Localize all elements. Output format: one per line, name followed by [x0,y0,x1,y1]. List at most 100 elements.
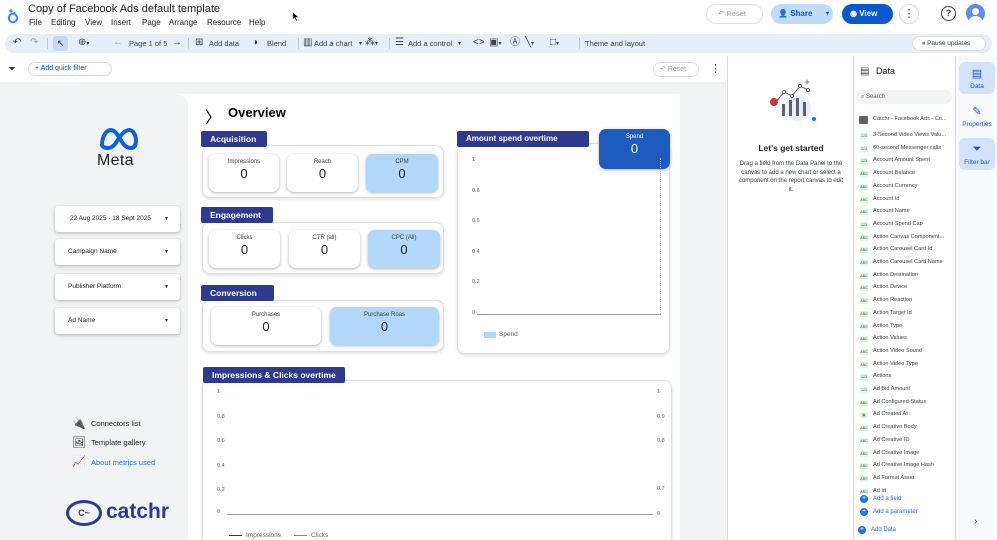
help-icon[interactable]: ? [941,6,956,21]
rail-data-button[interactable]: ▤ Data [959,62,995,94]
cpc-scorecard[interactable]: CPC (All) 0 [368,230,440,268]
field-item[interactable]: Action Video Type [873,361,953,367]
blend-button[interactable]: Blend [267,39,286,48]
pause-updates-button[interactable]: ⏸ Pause updates [912,36,986,51]
field-item[interactable]: Ad Creative Body [873,424,953,430]
looker-studio-logo-icon[interactable] [7,8,19,24]
field-item[interactable]: Action Destination [873,272,953,278]
field-item[interactable]: Ad Format Asset [873,475,953,481]
field-item[interactable]: Ad Creative Image [873,450,953,456]
page-indicator[interactable]: Page 1 of 5 [129,39,167,48]
view-button[interactable]: ◉ View [842,4,893,24]
purchases-scorecard[interactable]: Purchases 0 [211,307,321,345]
template-gallery-link[interactable]: Template gallery [91,438,146,447]
community-viz-icon[interactable]: ⁂▾ [365,37,378,50]
next-page-icon[interactable]: → [172,37,182,49]
image-icon[interactable]: ▣▾ [489,37,501,50]
reset-button[interactable]: ↶ Reset [706,4,763,24]
rail-filter-bar-button[interactable]: ⏷ Filter bar [959,138,995,170]
cpm-scorecard[interactable]: CPM 0 [366,154,438,192]
field-item[interactable]: Ad Created At [873,411,953,417]
field-item[interactable]: Action Canvas Component... [873,234,953,240]
zoom-icon[interactable]: ⊕▾ [78,37,89,50]
field-type-icon: ABC [860,475,868,482]
reach-scorecard[interactable]: Reach 0 [287,154,358,192]
date-range-control[interactable]: 22 Aug 2025 - 18 Sept 2025 ▼ [55,206,180,232]
campaign-name-dropdown[interactable]: Campaign Name ▼ [55,239,180,265]
field-item[interactable]: Account Name [873,208,953,214]
add-control-button[interactable]: Add a control [408,39,452,48]
field-item[interactable]: Action Values [873,335,953,341]
field-item[interactable]: Account Spend Cap [873,221,953,227]
menu-resource[interactable]: Resource [207,18,241,27]
collapse-panel-icon[interactable]: › [974,516,977,527]
undo-icon[interactable]: ↶ [13,37,21,49]
filter-reset-button[interactable]: ↶ Reset [653,62,699,77]
document-title[interactable]: Copy of Facebook Ads default template [28,3,220,15]
field-item[interactable]: 60-second Messenger calls [873,145,953,151]
connectors-list-link[interactable]: Connectors list [91,419,141,428]
data-source-name[interactable]: Catchr - Facebook Ads - Co... [873,116,953,122]
add-control-dropdown-icon[interactable]: ▾ [458,40,461,47]
menu-view[interactable]: View [85,18,102,27]
field-item[interactable]: Ad Configured Status [873,399,953,405]
embed-code-icon[interactable]: <> [473,37,485,49]
publisher-platform-dropdown[interactable]: Publisher Platform ▼ [55,274,180,300]
shape-icon[interactable]: □▾ [550,37,559,50]
field-item[interactable]: Account Id [873,196,953,202]
theme-and-layout-button[interactable]: Theme and layout [585,39,645,48]
pause-updates-label: Pause updates [927,40,971,47]
about-metrics-link[interactable]: About metrics used [91,458,155,467]
menu-file[interactable]: File [29,18,42,27]
share-button[interactable]: 👤 Share ▾ [771,4,833,24]
field-item[interactable]: Account Amount Spent [873,157,953,163]
add-chart-button[interactable]: Add a chart [314,39,352,48]
field-item[interactable]: Ad Creative Image Hash [873,462,953,468]
meta-wordmark: Meta [97,152,134,169]
add-chart-dropdown-icon[interactable]: ▾ [359,40,362,47]
avatar[interactable] [966,4,985,23]
text-icon[interactable]: Ⓐ [510,37,520,49]
field-item[interactable]: Action Video Sound [873,348,953,354]
add-parameter-button[interactable]: Add a parameter [873,509,918,515]
field-item[interactable]: Ad Bid Amount [873,386,953,392]
select-cursor-icon[interactable]: ↖ [53,36,68,51]
field-item[interactable]: Action Reaction [873,297,953,303]
rail-properties-button[interactable]: ✎ Properties [959,100,995,132]
add-data-link[interactable]: Add Data [871,527,896,533]
previous-page-icon[interactable]: ← [113,37,123,49]
impressions-scorecard[interactable]: Impressions 0 [209,154,279,192]
purchase-roas-scorecard[interactable]: Purchase Roas 0 [330,307,439,345]
menu-insert[interactable]: Insert [111,18,131,27]
filter-bar-more-icon[interactable]: ⋮ [710,62,721,75]
field-item[interactable]: Ad Creative ID [873,437,953,443]
field-item[interactable]: Action Target Id [873,310,953,316]
field-item[interactable]: Action Carousel Card Id [873,246,953,252]
menu-page[interactable]: Page [142,18,161,27]
share-dropdown-icon[interactable]: ▾ [826,4,829,24]
field-item[interactable]: Account Currency [873,183,953,189]
field-item[interactable]: 3-Second Video Views Valu... [873,132,953,138]
field-item[interactable]: Actions [873,373,953,379]
more-options-icon[interactable]: ⋮ [899,4,919,24]
field-item[interactable]: Action Type [873,323,953,329]
add-quick-filter-button[interactable]: + Add quick filter [28,62,112,76]
field-item[interactable]: Action Carousel Card Name [873,259,953,265]
field-item[interactable]: Account Balance [873,170,953,176]
ctr-scorecard[interactable]: CTR (all) 0 [289,230,360,268]
menu-help[interactable]: Help [249,18,265,27]
menu-editing[interactable]: Editing [51,18,75,27]
line-icon[interactable]: ╲▾ [525,37,534,50]
filter-icon: ⏷ [972,143,982,155]
filter-icon[interactable]: ⏷ [8,64,16,75]
menu-arrange[interactable]: Arrange [169,18,197,27]
field-item[interactable]: Ad Id [873,488,953,494]
add-field-button[interactable]: Add a field [873,496,901,502]
field-item[interactable]: Action Device [873,284,953,290]
clicks-scorecard[interactable]: Clicks 0 [209,230,280,268]
redo-icon[interactable]: ↷ [30,37,38,49]
add-data-button[interactable]: Add data [209,39,239,48]
search-input[interactable]: ⌕ Search [856,90,952,104]
field-type-icon: ABC [860,298,868,305]
ad-name-dropdown[interactable]: Ad Name ▼ [55,308,180,334]
